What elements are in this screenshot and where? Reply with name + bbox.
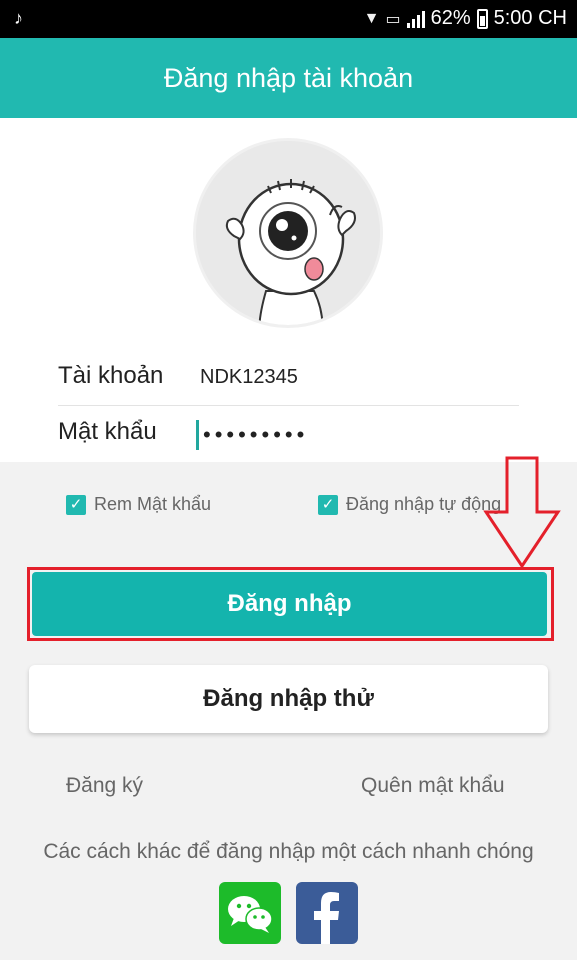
- battery-icon: [476, 8, 488, 29]
- wifi-icon: ▼: [363, 9, 380, 27]
- avatar-section: [0, 118, 577, 350]
- facebook-icon: [314, 892, 339, 944]
- text-cursor: [196, 420, 199, 450]
- trial-login-button[interactable]: Đăng nhập thử: [29, 665, 548, 733]
- avatar[interactable]: [193, 138, 383, 328]
- password-row: Mật khẩu •••••••••: [58, 406, 519, 462]
- password-input[interactable]: •••••••••: [196, 420, 308, 450]
- status-bar: ♪ ▼ ▭ 62% 5:00 CH: [0, 0, 577, 38]
- wechat-login-button[interactable]: [219, 882, 281, 944]
- vr-icon: ▭: [385, 10, 401, 28]
- auto-login-checkbox[interactable]: ✓ Đăng nhập tự động: [318, 494, 501, 515]
- login-form: Tài khoản NDK12345 Mật khẩu •••••••••: [0, 350, 577, 462]
- checkbox-checked-icon: ✓: [318, 494, 338, 515]
- password-mask: •••••••••: [203, 422, 309, 447]
- auto-login-label: Đăng nhập tự động: [346, 494, 502, 514]
- status-right: ▼ ▭ 62% 5:00 CH: [364, 7, 567, 30]
- page-title: Đăng nhập tài khoản: [0, 38, 577, 118]
- down-arrow-annotation-icon: [483, 456, 561, 569]
- facebook-login-button[interactable]: [296, 882, 358, 944]
- account-label: Tài khoản: [58, 362, 164, 389]
- forgot-password-link[interactable]: Quên mật khẩu: [361, 774, 505, 798]
- other-login-methods-text: Các cách khác để đăng nhập một cách nhan…: [43, 840, 534, 863]
- checkbox-checked-icon: ✓: [66, 494, 86, 515]
- clock: 5:00 CH: [493, 7, 567, 29]
- password-label: Mật khẩu: [58, 418, 157, 445]
- signal-icon: [406, 10, 425, 28]
- remember-password-label: Rem Mật khẩu: [94, 494, 212, 514]
- remember-password-checkbox[interactable]: ✓ Rem Mật khẩu: [66, 494, 211, 515]
- account-row: Tài khoản NDK12345: [58, 350, 519, 406]
- account-input[interactable]: NDK12345: [200, 366, 298, 389]
- tiktok-icon: ♪: [14, 8, 23, 28]
- mascot-icon: [196, 141, 380, 325]
- battery-percent: 62%: [430, 7, 471, 29]
- login-button[interactable]: Đăng nhập: [32, 572, 547, 636]
- register-link[interactable]: Đăng ký: [66, 774, 143, 798]
- wechat-icon: [228, 896, 273, 933]
